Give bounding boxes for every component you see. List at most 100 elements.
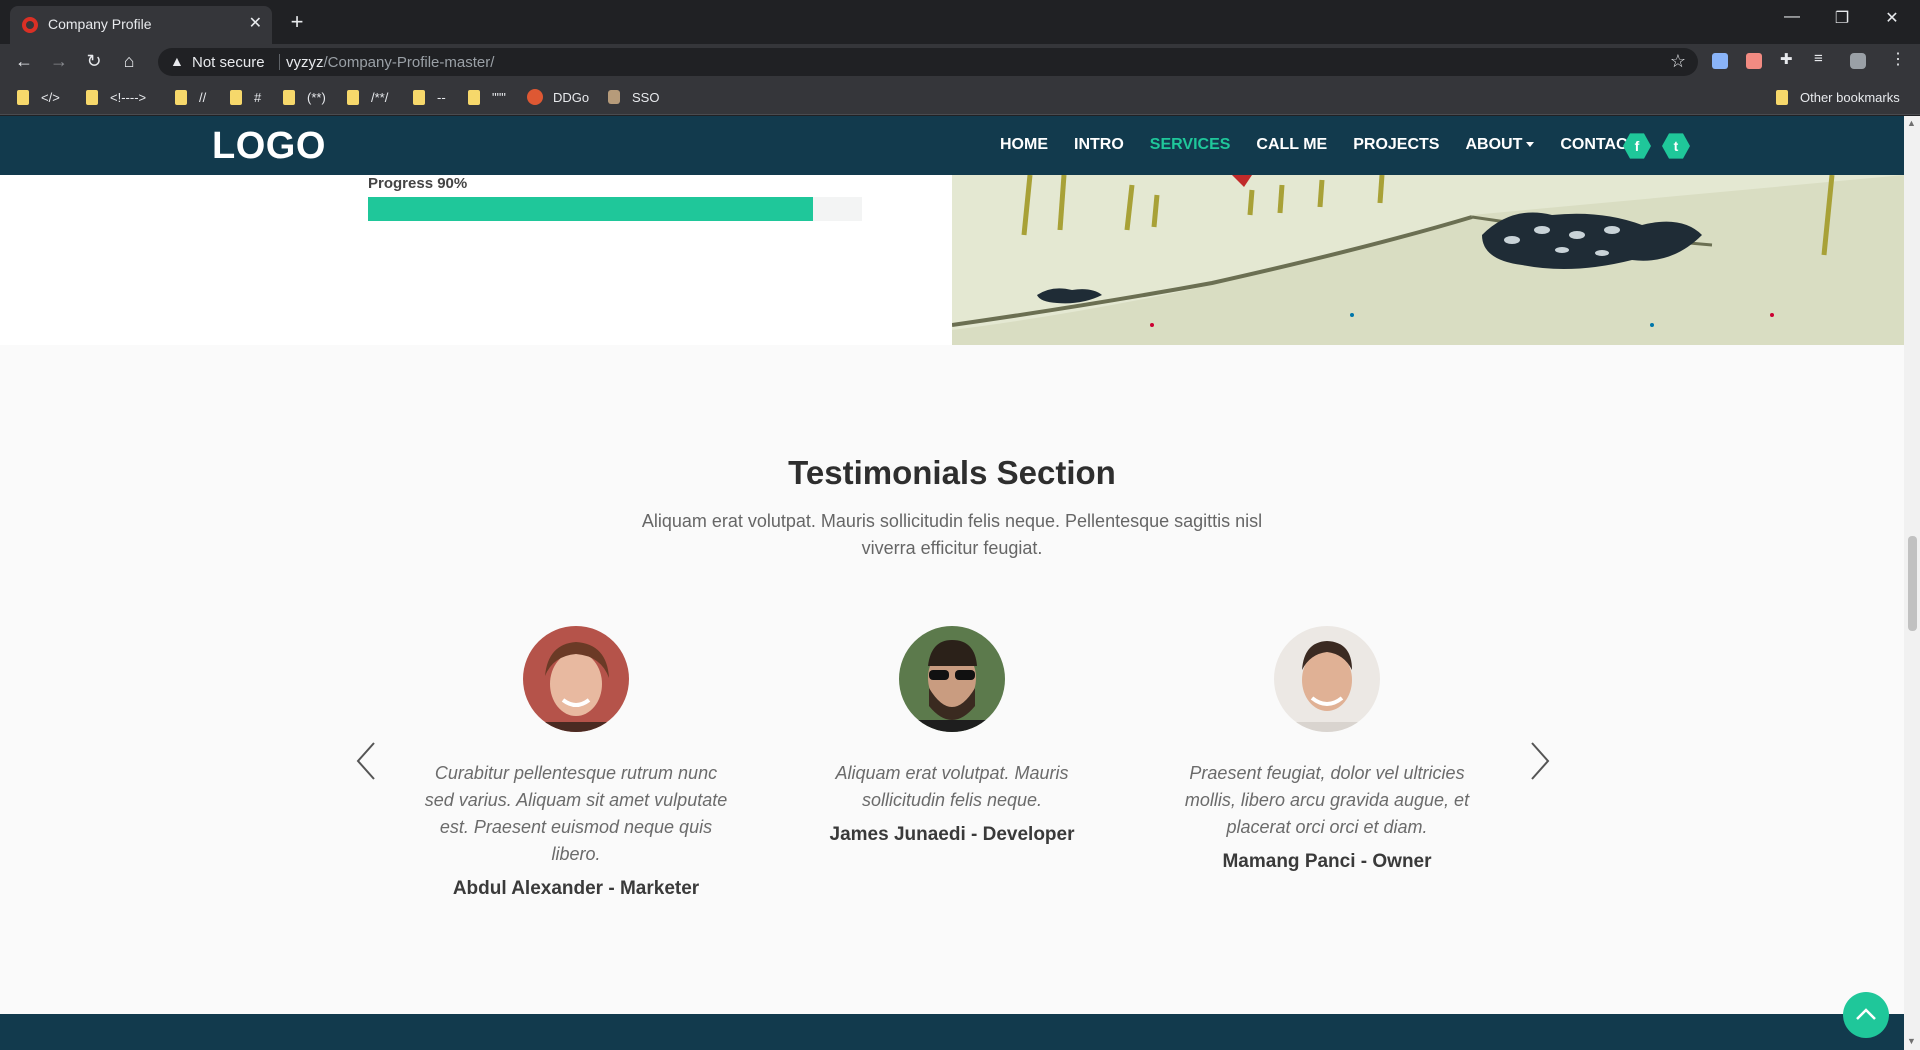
bookmark-label: </> [41,89,60,105]
testimonials-subtitle: Aliquam erat volutpat. Mauris sollicitud… [641,511,1263,558]
bookmark-label: SSO [632,89,660,105]
site-navbar: LOGO HOME INTRO SERVICES CALL ME PROJECT… [0,116,1904,175]
extensions-puzzle-icon[interactable]: ✚ [1780,50,1796,68]
footer-band [0,1014,1904,1050]
main-menu: HOME INTRO SERVICES CALL ME PROJECTS ABO… [1000,136,1663,154]
bookmark-label: // [199,89,207,105]
scroll-up-icon[interactable]: ▲ [1907,118,1916,128]
testimonial-quote: Curabitur pellentesque rutrum nunc sed v… [424,763,728,864]
forward-icon[interactable]: → [46,48,72,74]
menu-kebab-icon[interactable]: ⋮ [1890,49,1906,68]
url-text[interactable]: vyzyz/Company-Profile-master/ [286,54,494,71]
menu-projects[interactable]: PROJECTS [1353,136,1439,154]
folder-icon [175,89,187,105]
tab-title: Company Profile [48,16,152,32]
security-label[interactable]: Not secure [192,54,265,71]
bookmark-item[interactable]: -- [413,87,446,107]
extension-glasses-icon[interactable] [1712,53,1728,69]
progress-label: Progress 90% [368,175,468,192]
menu-call-me[interactable]: CALL ME [1256,136,1327,154]
progress-bar [368,197,862,221]
bookmark-label: """ [492,89,506,105]
restore-icon[interactable]: ❐ [1822,8,1862,28]
tab-close-icon[interactable]: ✕ [249,14,262,34]
page-scrollbar[interactable]: ▲ ▼ [1904,116,1920,1050]
bookmark-label: <!----> [110,89,147,105]
address-bar[interactable]: ▲ Not secure vyzyz/Company-Profile-maste… [158,48,1698,76]
menu-about[interactable]: ABOUT [1465,136,1535,154]
ddgo-icon [527,89,543,105]
menu-about-label: ABOUT [1465,136,1523,153]
testimonial-quote: Aliquam erat volutpat. Mauris sollicitud… [835,763,1069,810]
url-host: vyzyz [286,54,324,71]
bookmark-item[interactable]: // [175,87,206,107]
folder-icon [86,89,98,105]
bookmarks-bar: </> <!----> // # (**) /**/ -- """ DDGo S… [0,78,1920,115]
other-bookmarks[interactable]: Other bookmarks [1776,87,1900,107]
bookmark-item[interactable]: SSO [608,87,659,107]
testimonial-card: Praesent feugiat, dolor vel ultricies mo… [1172,626,1482,873]
extension-color-icon[interactable] [1746,53,1762,69]
bookmark-item[interactable]: <!----> [86,87,146,107]
menu-services[interactable]: SERVICES [1150,136,1231,154]
carousel-prev-icon[interactable] [354,741,382,781]
bookmark-label: DDGo [553,89,590,105]
browser-toolbar: ← → ↻ ⌂ ▲ Not secure vyzyz/Company-Profi… [0,44,1920,78]
bookmark-label: /**/ [371,89,389,105]
browser-tab[interactable]: Company Profile ✕ [10,6,272,44]
testimonial-author: Abdul Alexander - Marketer [452,878,700,899]
bookmark-item[interactable]: (**) [283,87,326,107]
sso-icon [608,90,620,104]
bookmark-star-icon[interactable]: ☆ [1670,51,1686,72]
avatar [523,626,629,732]
avatar [899,626,1005,732]
reload-icon[interactable]: ↻ [81,48,107,74]
skills-section: Progress 90% [0,175,952,345]
scroll-thumb[interactable] [1908,536,1917,631]
back-to-top-button[interactable] [1843,992,1889,1038]
page-viewport: LOGO HOME INTRO SERVICES CALL ME PROJECT… [0,116,1904,1050]
bookmark-label: Other bookmarks [1800,89,1900,105]
scroll-down-icon[interactable]: ▼ [1907,1036,1916,1046]
back-icon[interactable]: ← [11,48,37,74]
browser-titlebar: Company Profile ✕ + — ❐ ✕ [0,0,1920,44]
bookmark-item[interactable]: DDGo [527,87,589,107]
menu-intro[interactable]: INTRO [1074,136,1124,154]
new-tab-button[interactable]: + [283,9,311,37]
warning-icon[interactable]: ▲ [170,53,184,69]
chevron-up-icon [1856,1008,1876,1020]
testimonial-card: Curabitur pellentesque rutrum nunc sed v… [421,626,731,900]
menu-home[interactable]: HOME [1000,136,1048,154]
bookmark-item[interactable]: /**/ [347,87,388,107]
testimonial-author: Mamang Panci - Owner [1222,851,1432,872]
close-window-icon[interactable]: ✕ [1872,8,1912,28]
avatar [1274,626,1380,732]
tab-favicon-icon [22,17,38,33]
bookmark-item[interactable]: """ [468,87,506,107]
testimonials-title: Testimonials Section [788,454,1116,491]
folder-icon [413,89,425,105]
testimonial-quote: Praesent feugiat, dolor vel ultricies mo… [1184,763,1470,837]
bookmark-item[interactable]: </> [17,87,60,107]
progress-fill [368,197,813,221]
testimonial-card: Aliquam erat volutpat. Mauris sollicitud… [797,626,1107,846]
carousel-next-icon[interactable] [1524,741,1552,781]
folder-icon [347,89,359,105]
folder-icon [283,89,295,105]
bookmark-label: (**) [307,89,326,105]
site-logo[interactable]: LOGO [212,125,326,168]
caret-down-icon [1526,142,1535,148]
divider [279,54,280,70]
bookmark-label: -- [437,89,446,105]
folder-icon [1776,89,1788,105]
folder-icon [17,89,29,105]
illustration-image [952,175,1904,345]
twitter-icon[interactable]: t [1662,133,1690,159]
bookmark-item[interactable]: # [230,87,261,107]
home-icon[interactable]: ⌂ [116,48,142,74]
reading-list-icon[interactable]: ≡ [1814,50,1830,67]
url-path: /Company-Profile-master/ [323,54,495,71]
minimize-icon[interactable]: — [1772,8,1812,26]
folder-icon [468,89,480,105]
profile-icon[interactable] [1850,53,1866,69]
